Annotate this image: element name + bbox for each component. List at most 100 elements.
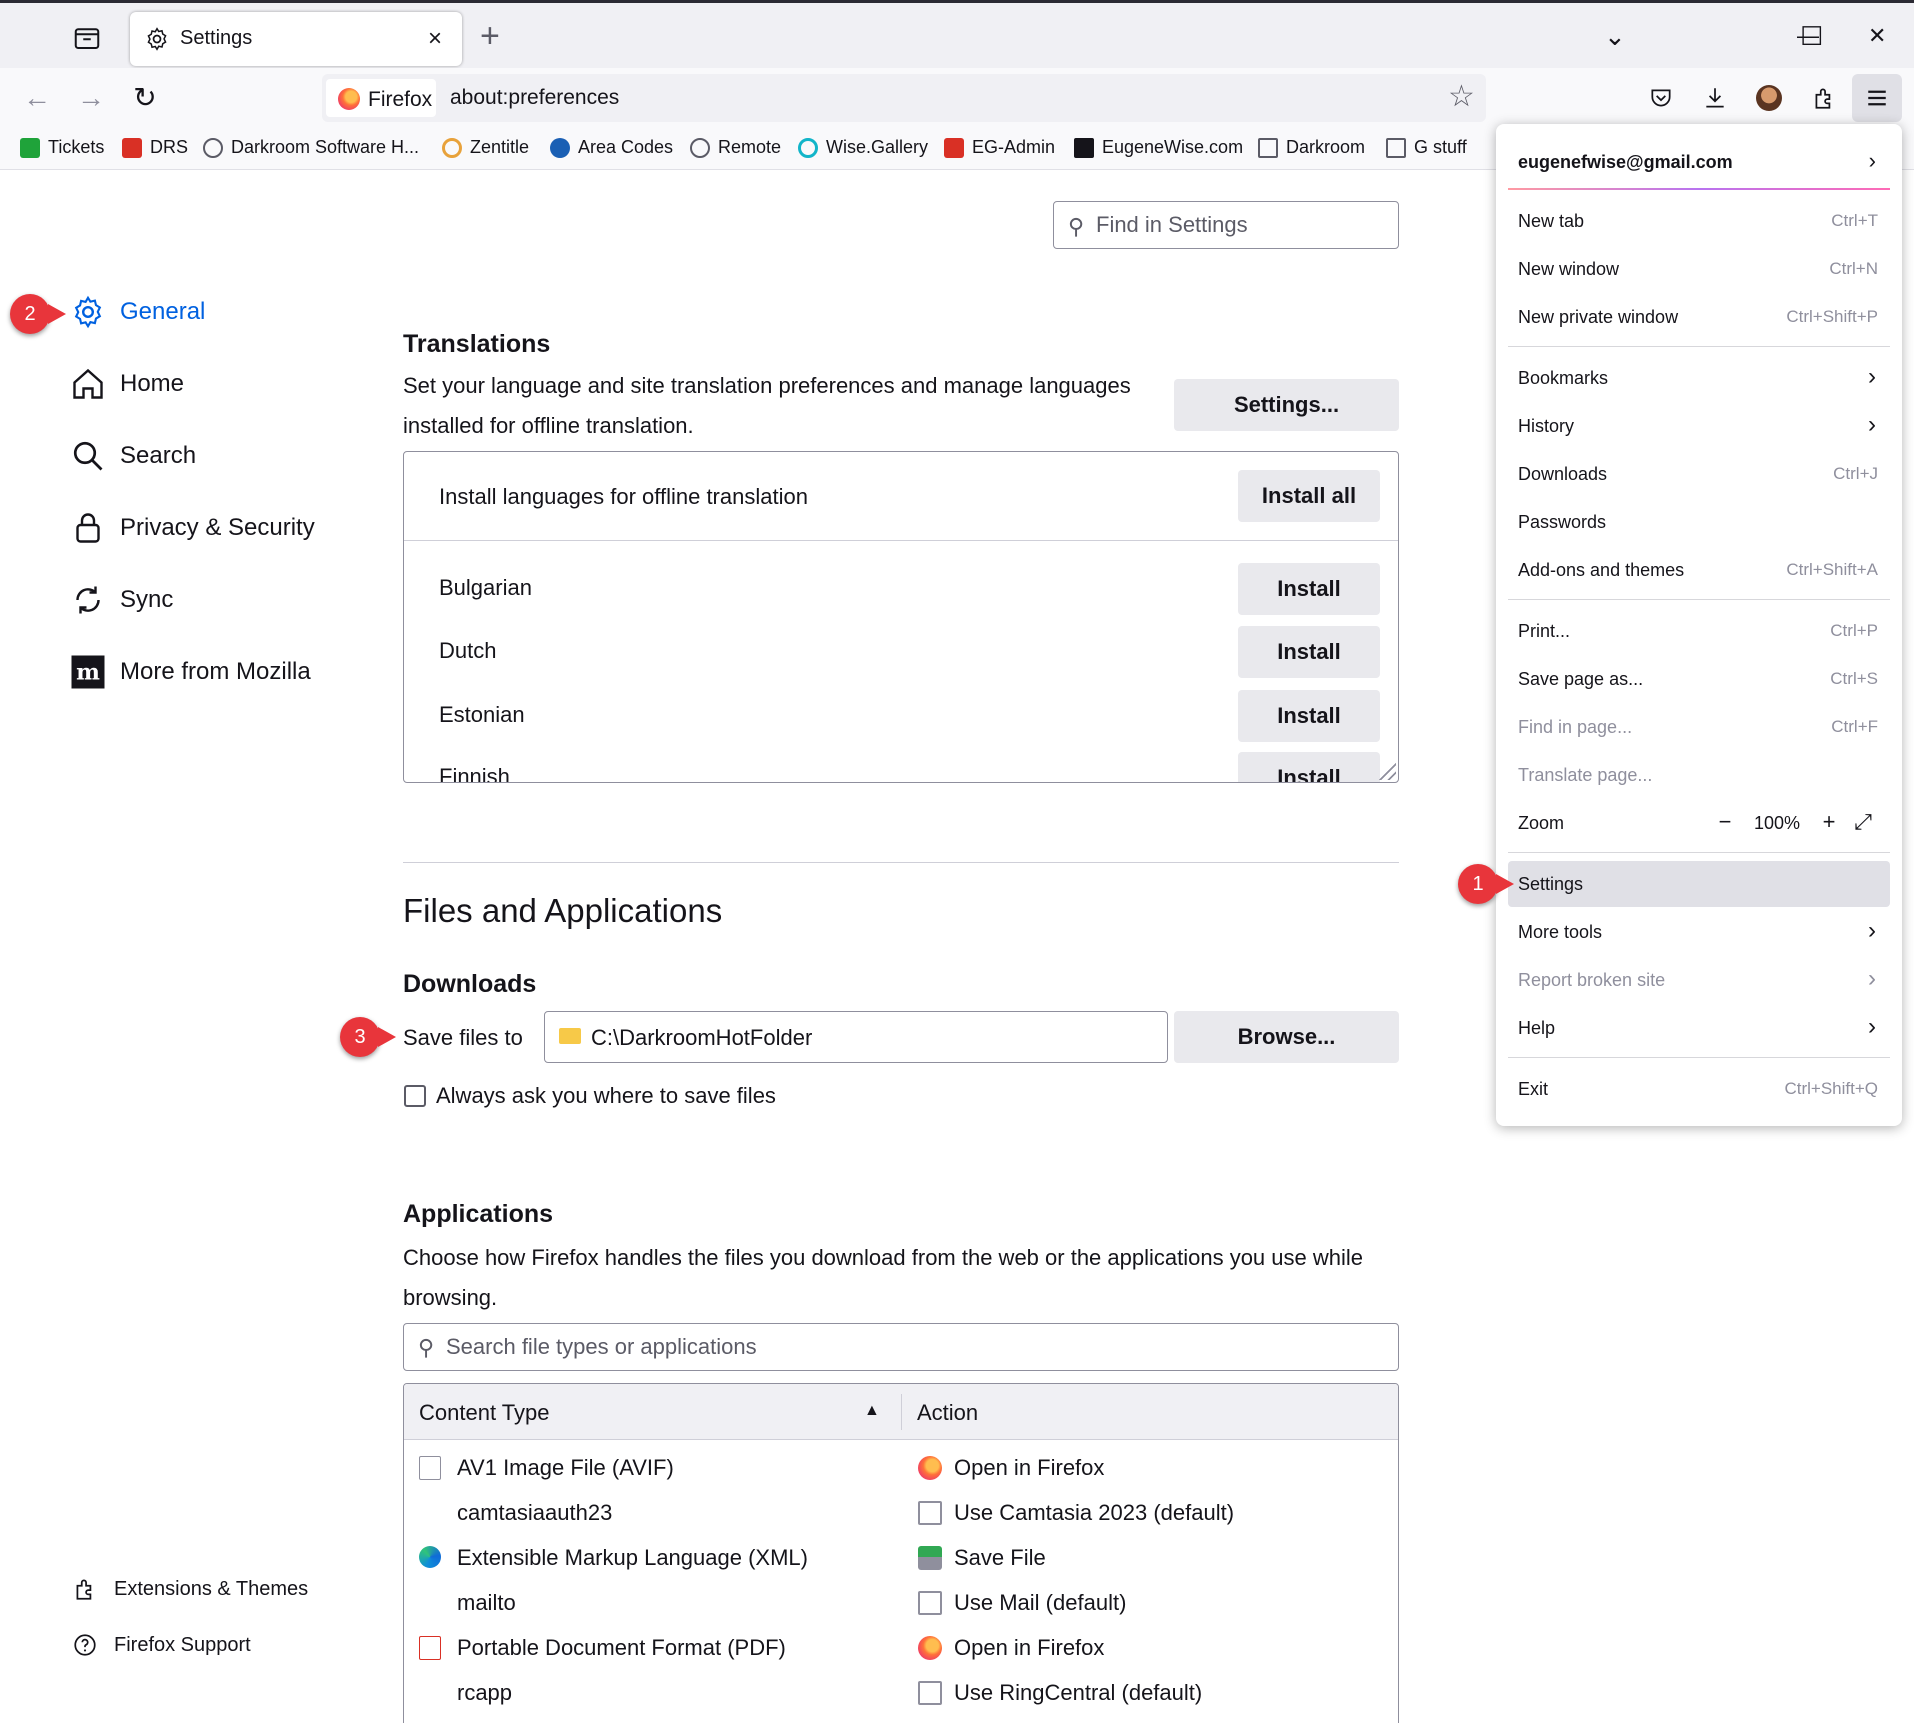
sidebar-item-label: Privacy & Security [120, 514, 315, 541]
bookmark-item[interactable]: Darkroom Software H... [203, 137, 419, 158]
action-value[interactable]: Use RingCentral (default) [954, 1680, 1202, 1706]
back-button[interactable]: ← [20, 84, 54, 114]
menu-item-report-broken-site[interactable]: Report broken site › [1508, 957, 1890, 1003]
install-all-button[interactable]: Install all [1238, 470, 1380, 522]
window-close-button[interactable]: ✕ [1868, 21, 1886, 51]
menu-item-translate-page[interactable]: Translate page... [1508, 752, 1890, 798]
list-all-tabs-icon[interactable]: ⌄ [1604, 21, 1626, 51]
chevron-right-icon: › [1868, 965, 1876, 992]
sidebar-item-sync[interactable]: Sync [70, 582, 173, 618]
forward-button[interactable]: → [74, 84, 108, 114]
action-value[interactable]: Open in Firefox [954, 1455, 1104, 1481]
url-text[interactable]: about:preferences [450, 86, 619, 110]
bookmark-item[interactable]: Tickets [20, 137, 104, 158]
sidebar-item-home[interactable]: Home [70, 366, 184, 402]
install-language-button[interactable]: Install [1238, 752, 1380, 782]
extensions-themes-link[interactable]: Extensions & Themes [72, 1576, 308, 1602]
always-ask-label[interactable]: Always ask you where to save files [436, 1076, 776, 1116]
new-tab-button[interactable]: + [480, 19, 500, 53]
bookmark-folder[interactable]: G stuff [1386, 137, 1467, 158]
action-value[interactable]: Use Camtasia 2023 (default) [954, 1500, 1234, 1526]
file-types-search[interactable]: ⚲ [403, 1323, 1399, 1371]
always-ask-checkbox[interactable] [404, 1085, 426, 1107]
table-row[interactable]: camtasiaauth23 Use Camtasia 2023 (defaul… [404, 1491, 1398, 1536]
downloads-heading: Downloads [403, 970, 537, 998]
download-folder-field[interactable]: C:\DarkroomHotFolder [544, 1011, 1168, 1063]
sidebar-item-more-from-mozilla[interactable]: m More from Mozilla [70, 654, 311, 690]
bookmark-item[interactable]: DRS [122, 137, 188, 158]
pocket-icon[interactable] [1643, 80, 1679, 116]
url-bar[interactable]: Firefox about:preferences ☆ [322, 74, 1486, 122]
action-value[interactable]: Save File [954, 1545, 1046, 1571]
file-types-search-input[interactable] [446, 1332, 1346, 1362]
menu-item-help[interactable]: Help › [1508, 1005, 1890, 1051]
install-language-button[interactable]: Install [1238, 563, 1380, 615]
sidebar-item-search[interactable]: Search [70, 438, 196, 474]
callout-badge-2: 2 [10, 294, 66, 334]
zoom-in-button[interactable]: + [1812, 806, 1846, 840]
bookmark-item[interactable]: Area Codes [550, 137, 673, 158]
zoom-level[interactable]: 100% [1742, 813, 1812, 834]
bookmark-star-icon[interactable]: ☆ [1448, 80, 1475, 114]
menu-item-new-private-window[interactable]: New private window Ctrl+Shift+P [1508, 294, 1890, 340]
menu-item-new-window[interactable]: New window Ctrl+N [1508, 246, 1890, 292]
menu-item-downloads[interactable]: Downloads Ctrl+J [1508, 451, 1890, 497]
fullscreen-icon[interactable]: ⤢ [1846, 806, 1880, 840]
reload-button[interactable]: ↻ [128, 84, 162, 114]
table-row[interactable]: Extensible Markup Language (XML) Save Fi… [404, 1536, 1398, 1581]
table-row[interactable]: AV1 Image File (AVIF) Open in Firefox [404, 1446, 1398, 1491]
identity-box[interactable]: Firefox [326, 79, 436, 117]
find-in-settings-input[interactable] [1096, 210, 1386, 240]
menu-item-settings[interactable]: Settings [1508, 861, 1890, 907]
table-row[interactable]: mailto Use Mail (default) [404, 1581, 1398, 1626]
menu-item-save-page[interactable]: Save page as... Ctrl+S [1508, 656, 1890, 702]
app-menu-button[interactable] [1852, 74, 1902, 122]
language-install-list[interactable]: Install languages for offline translatio… [403, 451, 1399, 783]
sidebar-item-privacy[interactable]: Privacy & Security [70, 510, 315, 546]
bookmark-item[interactable]: EugeneWise.com [1074, 137, 1243, 158]
bookmark-item[interactable]: EG-Admin [944, 137, 1055, 158]
action-value[interactable]: Use Mail (default) [954, 1590, 1126, 1616]
sidebar-item-label: Home [120, 370, 185, 397]
menu-item-passwords[interactable]: Passwords [1508, 499, 1890, 545]
translations-settings-button[interactable]: Settings... [1174, 379, 1399, 431]
find-in-settings[interactable]: ⚲ [1053, 201, 1399, 249]
close-tab-icon[interactable]: × [428, 25, 442, 53]
menu-item-find-in-page[interactable]: Find in page... Ctrl+F [1508, 704, 1890, 750]
bookmark-item[interactable]: Wise.Gallery [798, 137, 928, 158]
menu-item-addons[interactable]: Add-ons and themes Ctrl+Shift+A [1508, 547, 1890, 593]
bookmark-item[interactable]: Remote [690, 137, 781, 158]
action-column-header[interactable]: Action [917, 1400, 978, 1426]
zoom-out-button[interactable]: − [1708, 806, 1742, 840]
downloads-icon[interactable] [1697, 80, 1733, 116]
tab-settings[interactable]: Settings × [130, 12, 462, 66]
menu-item-exit[interactable]: Exit Ctrl+Shift+Q [1508, 1066, 1890, 1112]
action-value[interactable]: Open in Firefox [954, 1635, 1104, 1661]
language-row: Finnish Install [404, 746, 1398, 783]
install-language-button[interactable]: Install [1238, 626, 1380, 678]
menu-item-print[interactable]: Print... Ctrl+P [1508, 608, 1890, 654]
firefox-view-icon[interactable] [72, 23, 106, 53]
menu-item-new-tab[interactable]: New tab Ctrl+T [1508, 198, 1890, 244]
table-row[interactable]: Portable Document Format (PDF) Open in F… [404, 1626, 1398, 1671]
table-row[interactable]: rcapp Use RingCentral (default) [404, 1671, 1398, 1716]
language-name: Finnish [439, 764, 510, 783]
firefox-support-link[interactable]: Firefox Support [72, 1632, 251, 1658]
bookmark-folder[interactable]: Darkroom [1258, 137, 1365, 158]
sidebar-item-label: Search [120, 442, 197, 469]
menu-item-bookmarks[interactable]: Bookmarks › [1508, 355, 1890, 401]
browse-button[interactable]: Browse... [1174, 1011, 1399, 1063]
maximize-button[interactable]: ☐ [1800, 21, 1823, 51]
sidebar-item-general[interactable]: General [70, 294, 205, 330]
extensions-icon[interactable] [1806, 80, 1842, 116]
bookmark-item[interactable]: Zentitle [442, 137, 529, 158]
menu-item-history[interactable]: History › [1508, 403, 1890, 449]
install-language-button[interactable]: Install [1238, 690, 1380, 742]
account-avatar[interactable] [1751, 80, 1787, 116]
pdf-icon [419, 1636, 441, 1660]
account-menu-item[interactable]: eugenefwise@gmail.com › [1508, 138, 1890, 188]
menu-item-more-tools[interactable]: More tools › [1508, 909, 1890, 955]
save-file-icon [918, 1546, 942, 1570]
content-type-column-header[interactable]: Content Type [419, 1400, 549, 1426]
content-type: Portable Document Format (PDF) [457, 1635, 786, 1660]
